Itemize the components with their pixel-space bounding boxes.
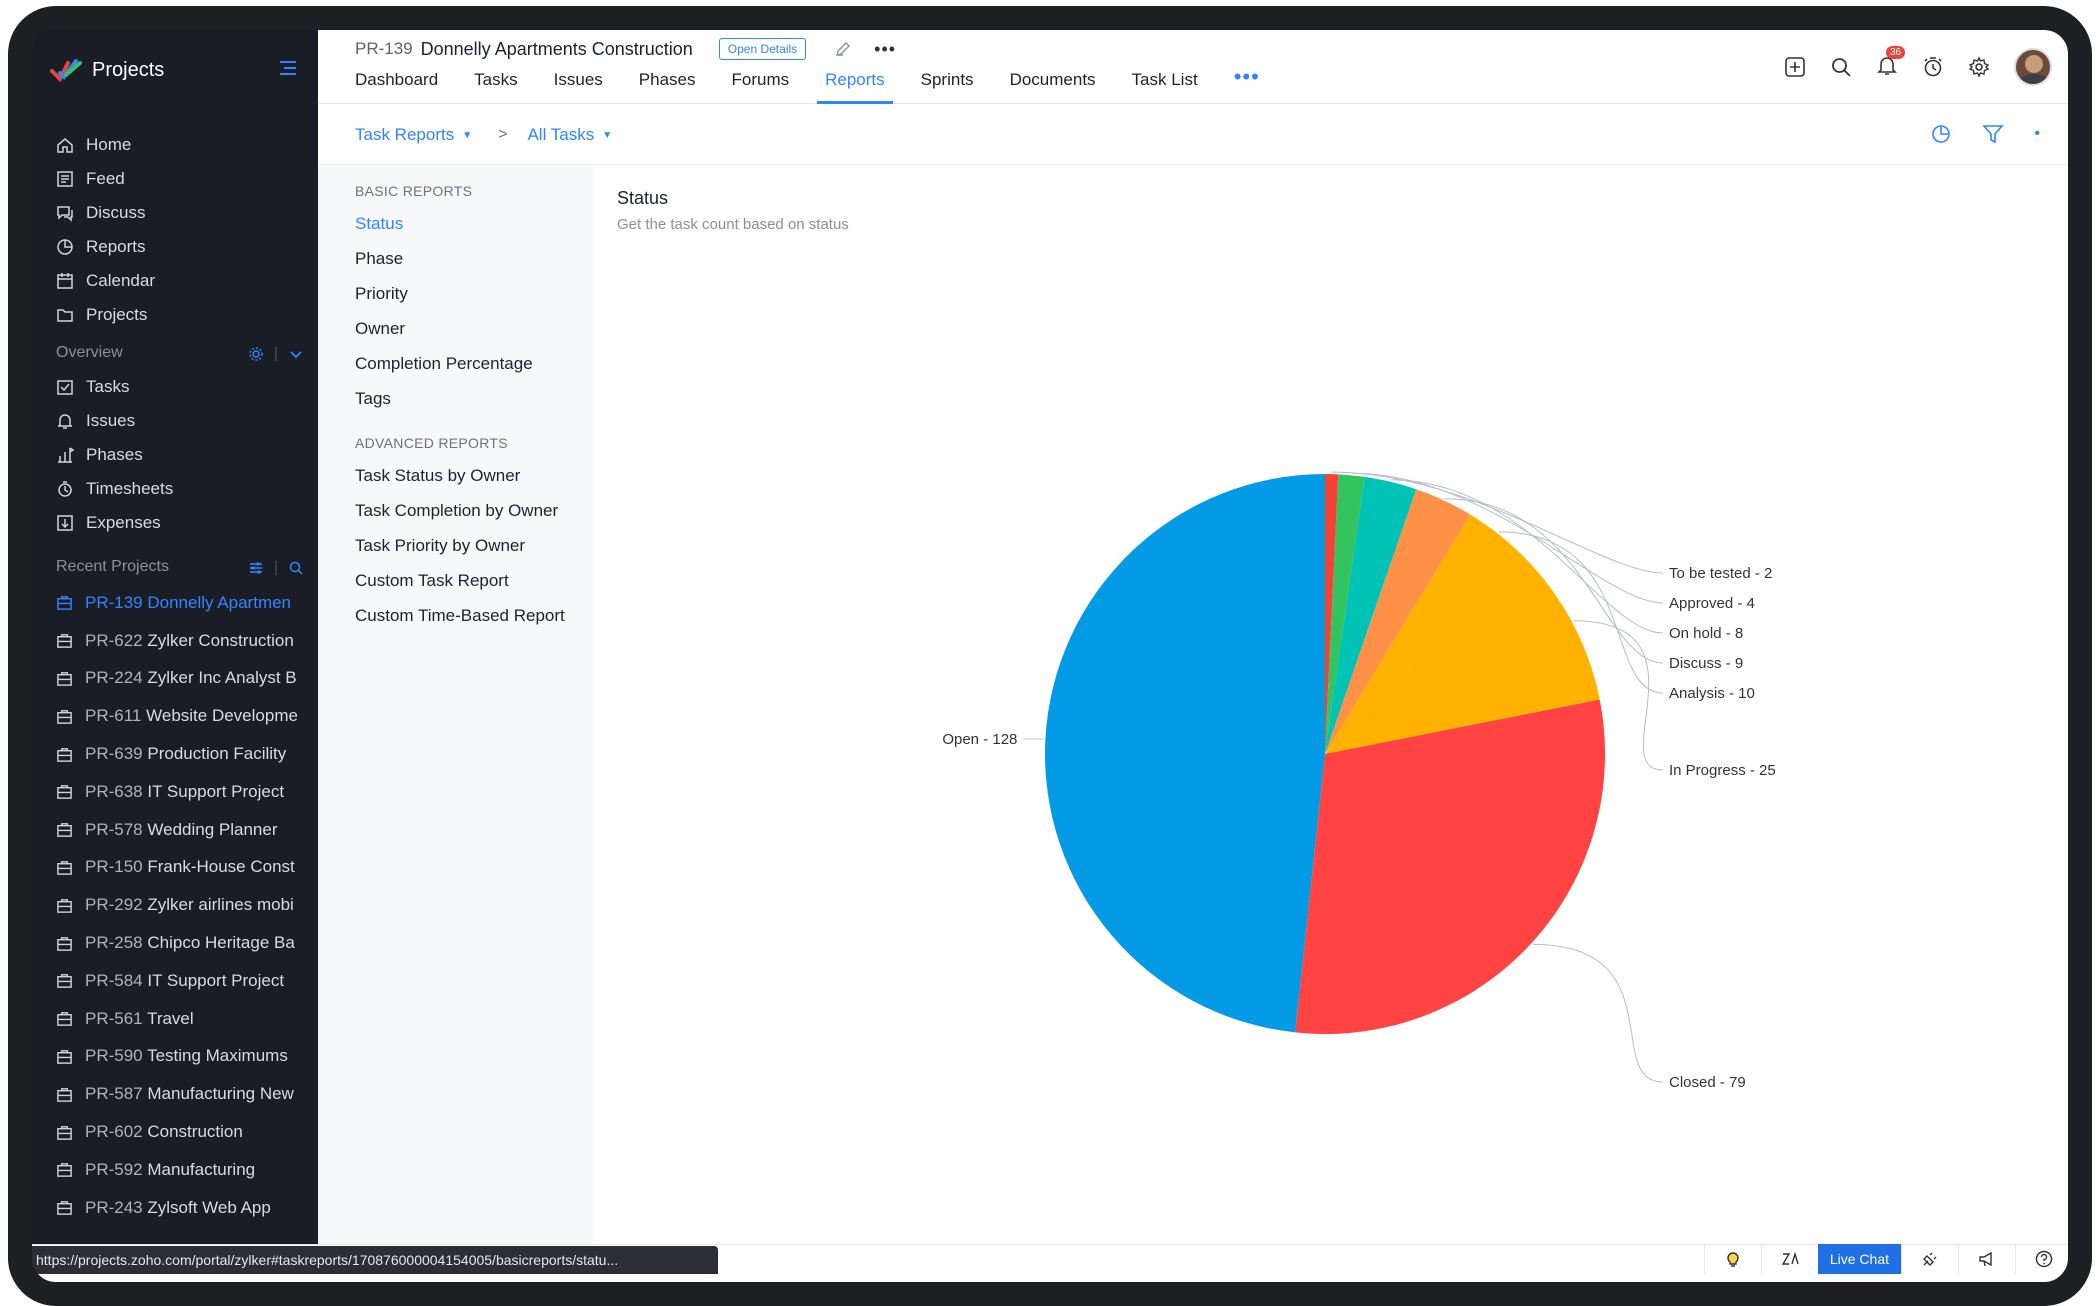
device-bezel — [8, 6, 2092, 1306]
device-frame: Projects Home Feed Discuss Reports Calen… — [0, 0, 2100, 1306]
